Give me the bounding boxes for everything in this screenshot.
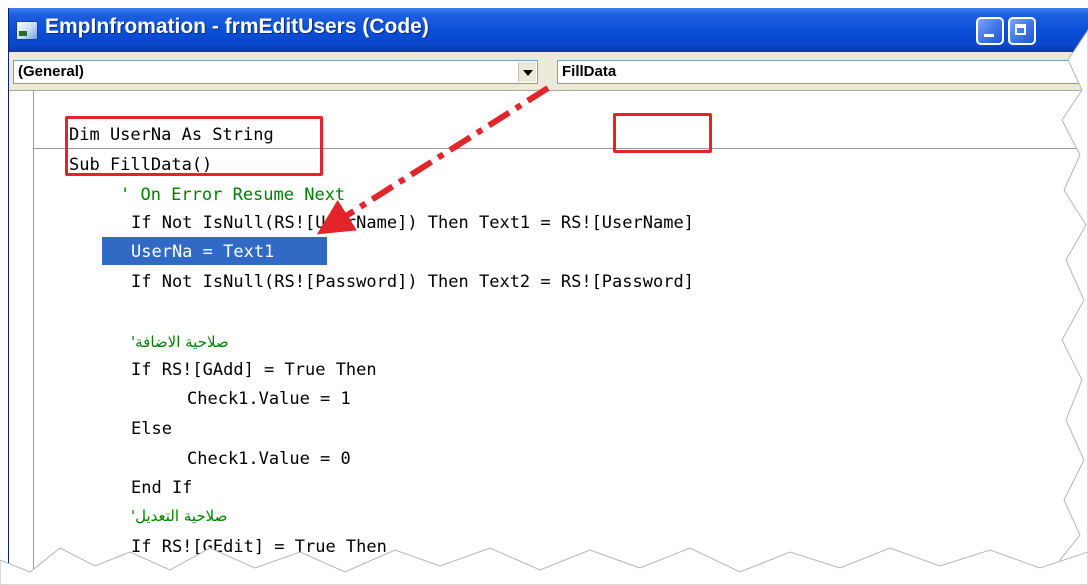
torn-paper-edge — [0, 29, 1088, 585]
